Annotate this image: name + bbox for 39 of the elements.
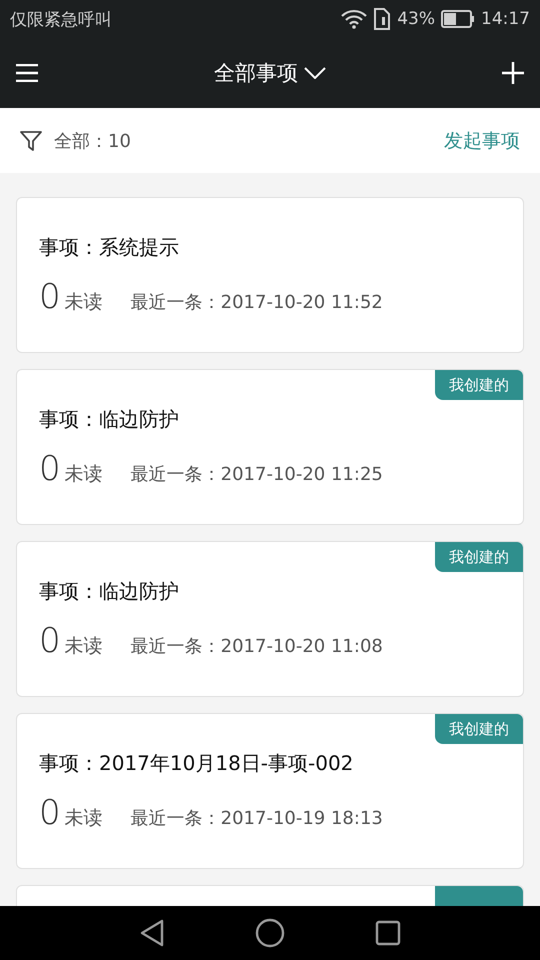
latest-time: 最近一条：2017-10-20 11:08 — [130, 634, 383, 658]
unread-label: 未读 — [64, 806, 103, 830]
item-card[interactable]: 我创建的 事项：临边防护 0 未读 最近一条：2017-10-20 11:08 — [16, 541, 524, 697]
battery-text: 43% — [397, 9, 435, 29]
unread-count: 0 — [39, 792, 61, 832]
owner-tag: 我创建的 — [435, 370, 523, 400]
item-card[interactable]: 事项：系统提示 0 未读 最近一条：2017-10-20 11:52 — [16, 197, 524, 353]
home-icon[interactable] — [255, 918, 285, 948]
sim-icon — [373, 8, 392, 30]
latest-time: 最近一条：2017-10-19 18:13 — [130, 806, 383, 830]
latest-time: 最近一条：2017-10-20 11:25 — [130, 462, 383, 486]
menu-icon[interactable] — [16, 64, 38, 82]
chevron-down-icon — [304, 67, 326, 79]
create-link[interactable]: 发起事项 — [444, 128, 520, 154]
latest-time: 最近一条：2017-10-20 11:52 — [130, 290, 383, 314]
status-text: 仅限紧急呼叫 — [10, 8, 112, 30]
unread-count: 0 — [39, 276, 61, 316]
title-dropdown[interactable]: 全部事项 — [214, 59, 326, 87]
back-icon[interactable] — [139, 919, 165, 947]
card-title: 事项：2017年10月18日-事项-002 — [39, 750, 354, 776]
unread-label: 未读 — [64, 634, 103, 658]
battery-icon — [441, 10, 475, 28]
item-card[interactable]: 我创建的 事项：2017年10月18日-事项-002 0 未读 最近一条：2017-10-19 18:13 — [16, 713, 524, 869]
clock: 14:17 — [481, 9, 530, 29]
filter-summary: 全部：10 — [54, 130, 131, 152]
unread-count: 0 — [39, 620, 61, 660]
owner-tag: 我创建的 — [435, 542, 523, 572]
unread-label: 未读 — [64, 290, 103, 314]
card-title: 事项：临边防护 — [39, 578, 180, 604]
unread-label: 未读 — [64, 462, 103, 486]
unread-count: 0 — [39, 448, 61, 488]
recents-icon[interactable] — [375, 920, 401, 946]
add-icon[interactable] — [502, 62, 524, 84]
owner-tag: 我创建的 — [435, 714, 523, 744]
card-title: 事项：临边防护 — [39, 406, 180, 432]
item-card[interactable]: 我创建的 事项：临边防护 0 未读 最近一条：2017-10-20 11:25 — [16, 369, 524, 525]
card-title: 事项：系统提示 — [39, 234, 180, 260]
wifi-icon — [341, 9, 368, 29]
filter-icon[interactable] — [20, 130, 42, 152]
